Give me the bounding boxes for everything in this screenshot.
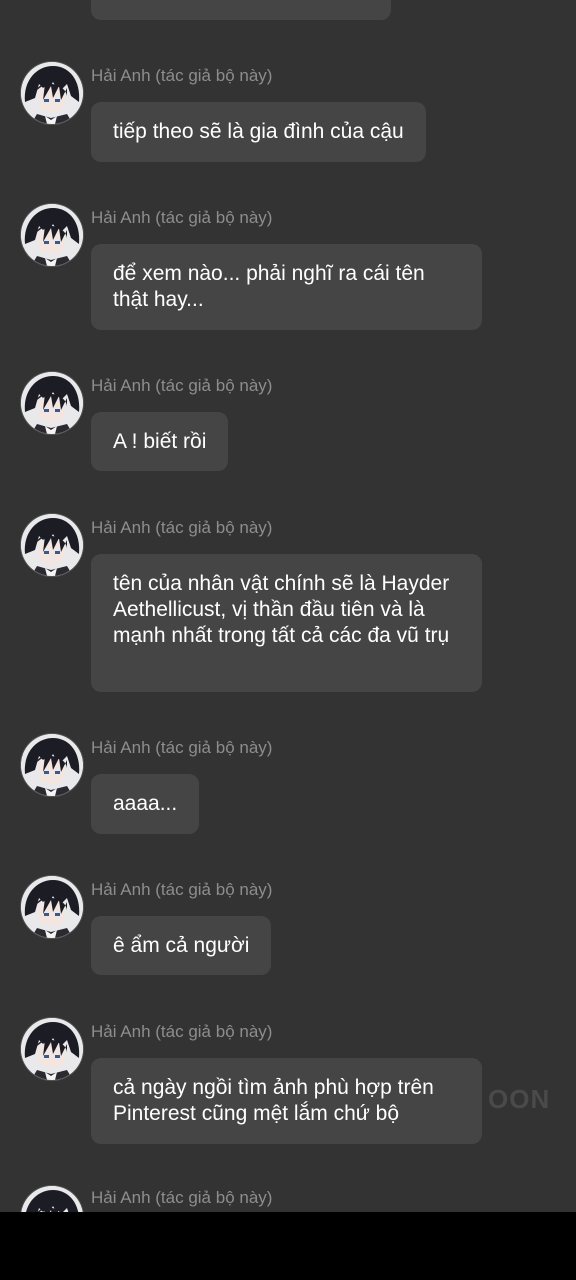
sender-name: Hải Anh (tác giả bộ này) <box>91 738 273 757</box>
watermark: OON <box>488 1084 551 1114</box>
anime-boy-avatar-icon <box>21 1018 83 1080</box>
anime-boy-avatar-icon <box>21 1186 83 1212</box>
message-bubble[interactable]: cả ngày ngồi tìm ảnh phù hợp trên Pinter… <box>91 1058 482 1144</box>
sender-name: Hải Anh (tác giả bộ này) <box>91 208 273 227</box>
anime-boy-avatar-icon <box>21 204 83 266</box>
avatar[interactable] <box>21 1018 83 1080</box>
avatar[interactable] <box>21 62 83 124</box>
sender-name: Hải Anh (tác giả bộ này) <box>91 1188 273 1207</box>
sender-name: Hải Anh (tác giả bộ này) <box>91 376 273 395</box>
avatar[interactable] <box>21 1186 83 1212</box>
bottom-bar <box>0 1212 576 1280</box>
message-bubble[interactable]: A ! biết rồi <box>91 412 229 471</box>
chat-area[interactable]: Hải Anh (tác giả bộ này) tiếp theo sẽ là… <box>0 0 576 1212</box>
avatar[interactable] <box>21 372 83 434</box>
message-bubble-partial <box>91 0 391 20</box>
avatar[interactable] <box>21 876 83 938</box>
message-bubble[interactable]: để xem nào... phải nghĩ ra cái tên thật … <box>91 244 482 330</box>
message-bubble[interactable]: aaaa... <box>91 774 200 834</box>
anime-boy-avatar-icon <box>21 734 83 796</box>
avatar[interactable] <box>21 734 83 796</box>
sender-name: Hải Anh (tác giả bộ này) <box>91 1022 273 1041</box>
message-bubble[interactable]: tên của nhân vật chính sẽ là Hayder Aeth… <box>91 554 482 692</box>
avatar[interactable] <box>21 514 83 576</box>
message-bubble[interactable]: ê ẩm cả người <box>91 916 272 975</box>
sender-name: Hải Anh (tác giả bộ này) <box>91 518 273 537</box>
anime-boy-avatar-icon <box>21 876 83 938</box>
anime-boy-avatar-icon <box>21 62 83 124</box>
sender-name: Hải Anh (tác giả bộ này) <box>91 880 273 899</box>
message-bubble[interactable]: tiếp theo sẽ là gia đình của cậu <box>91 102 426 162</box>
anime-boy-avatar-icon <box>21 514 83 576</box>
sender-name: Hải Anh (tác giả bộ này) <box>91 66 273 85</box>
avatar[interactable] <box>21 204 83 266</box>
anime-boy-avatar-icon <box>21 372 83 434</box>
